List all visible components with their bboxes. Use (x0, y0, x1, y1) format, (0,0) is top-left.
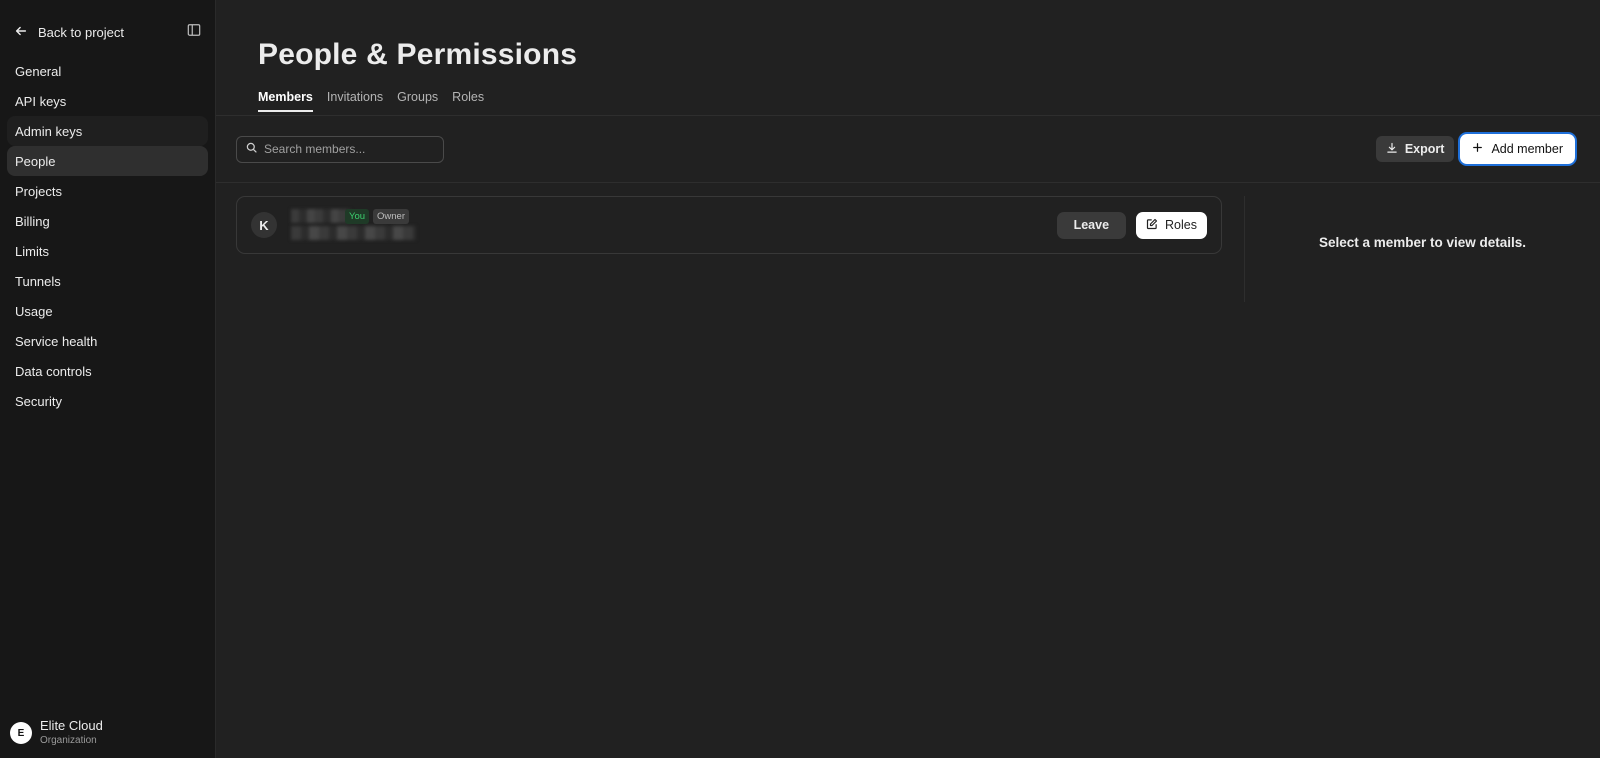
sidebar-item-label: Limits (15, 243, 49, 259)
edit-icon (1146, 218, 1158, 233)
sidebar-item-label: Admin keys (15, 123, 83, 139)
edit-roles-button[interactable]: Roles (1136, 211, 1207, 239)
sidebar-header: Back to project (0, 0, 215, 46)
members-list: K You Owner Leave Roles (216, 183, 1234, 302)
member-details-panel: Select a member to view details. (1245, 183, 1600, 302)
tab-roles[interactable]: Roles (445, 90, 491, 112)
back-to-project-label: Back to project (38, 24, 124, 40)
member-row[interactable]: K You Owner Leave Roles (236, 196, 1222, 254)
org-type: Organization (40, 735, 97, 746)
sidebar: Back to project General API keys Admin k… (0, 0, 216, 758)
tab-groups[interactable]: Groups (390, 90, 445, 112)
member-actions: Leave Roles (1056, 211, 1207, 239)
sidebar-item-limits[interactable]: Limits (7, 236, 208, 266)
sidebar-item-tunnels[interactable]: Tunnels (7, 266, 208, 296)
main-content: People & Permissions Members Invitations… (216, 0, 1600, 758)
back-to-project-link[interactable]: Back to project (14, 24, 124, 41)
page-title: People & Permissions (258, 38, 578, 71)
sidebar-item-label: Security (15, 393, 62, 409)
page-header: People & Permissions Members Invitations… (216, 0, 1600, 116)
search-box (236, 135, 444, 163)
org-text: Elite Cloud Organization (40, 718, 103, 748)
app: Back to project General API keys Admin k… (0, 0, 1600, 758)
sidebar-item-label: API keys (15, 93, 67, 109)
details-empty-state: Select a member to view details. (1318, 235, 1527, 250)
add-member-button[interactable]: Add member (1460, 134, 1575, 164)
sidebar-toggle-button[interactable] (185, 23, 203, 41)
download-icon (1386, 142, 1398, 157)
sidebar-item-label: Projects (15, 183, 62, 199)
role-badge: Owner (373, 209, 409, 224)
sidebar-item-label: Tunnels (15, 273, 61, 289)
org-name: Elite Cloud (40, 718, 103, 733)
tab-bar: Members Invitations Groups Roles (258, 90, 1600, 112)
sidebar-item-label: General (15, 63, 62, 79)
organization-switcher[interactable]: E Elite Cloud Organization (10, 718, 103, 748)
sidebar-item-usage[interactable]: Usage (7, 296, 208, 326)
you-badge: You (345, 209, 370, 224)
export-button[interactable]: Export (1375, 136, 1455, 162)
sidebar-item-api-keys[interactable]: API keys (7, 86, 208, 116)
sidebar-item-data-controls[interactable]: Data controls (7, 356, 208, 386)
sidebar-item-label: Data controls (15, 363, 92, 379)
sidebar-item-label: People (15, 153, 56, 169)
member-info: You Owner (291, 205, 421, 245)
sidebar-item-admin-keys[interactable]: Admin keys (7, 116, 208, 146)
tab-invitations[interactable]: Invitations (320, 90, 390, 112)
tab-members[interactable]: Members (258, 90, 313, 112)
sidebar-item-billing[interactable]: Billing (7, 206, 208, 236)
search-members-input[interactable] (264, 142, 434, 156)
sidebar-item-general[interactable]: General (7, 56, 208, 86)
members-content: K You Owner Leave Roles Select a member … (216, 183, 1600, 302)
member-name-redacted (291, 209, 351, 223)
sidebar-item-people[interactable]: People (7, 146, 208, 176)
sidebar-item-label: Billing (15, 213, 50, 229)
roles-label: Roles (1165, 218, 1197, 232)
search-icon (246, 140, 257, 158)
sidebar-item-service-health[interactable]: Service health (7, 326, 208, 356)
leave-button[interactable]: Leave (1056, 211, 1127, 239)
plus-icon (1472, 142, 1483, 156)
sidebar-item-security[interactable]: Security (7, 386, 208, 416)
sidebar-panel-icon (187, 23, 201, 42)
sidebar-item-label: Usage (15, 303, 53, 319)
members-toolbar: Export Add member (216, 116, 1600, 183)
toolbar-actions: Export Add member (1375, 134, 1575, 164)
export-label: Export (1404, 142, 1445, 156)
sidebar-item-projects[interactable]: Projects (7, 176, 208, 206)
sidebar-item-label: Service health (15, 333, 98, 349)
org-avatar: E (10, 722, 32, 744)
sidebar-nav: General API keys Admin keys People Proje… (0, 56, 215, 416)
add-member-label: Add member (1491, 142, 1563, 156)
member-avatar: K (251, 212, 277, 238)
member-email-redacted (291, 226, 416, 240)
arrow-left-icon (14, 24, 28, 41)
